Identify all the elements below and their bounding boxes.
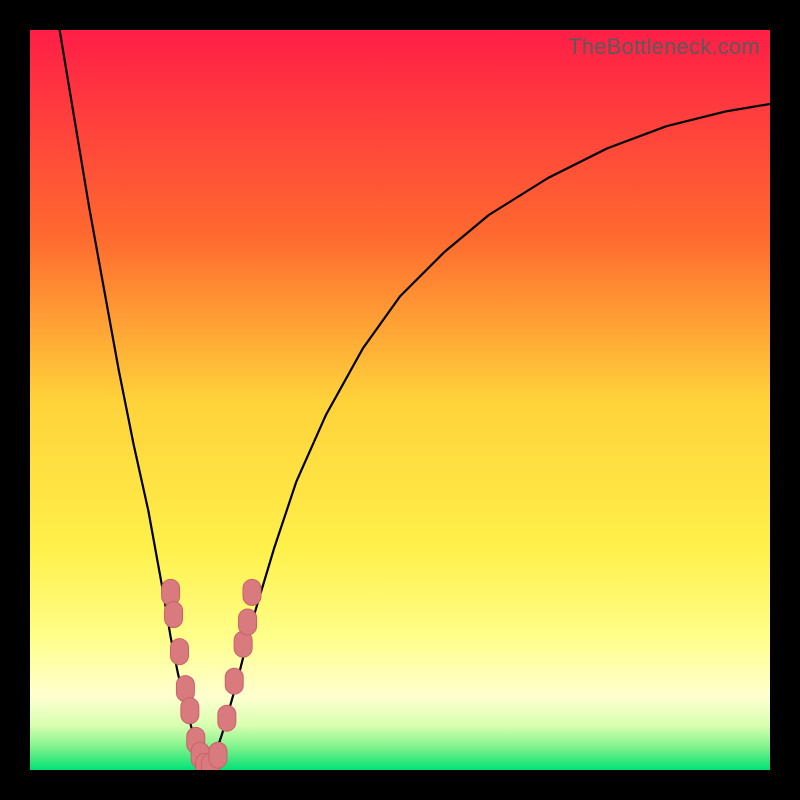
data-marker bbox=[225, 668, 243, 694]
plot-area: TheBottleneck.com bbox=[30, 30, 770, 770]
data-marker bbox=[209, 742, 227, 768]
chart-curves bbox=[30, 30, 770, 770]
series-right-branch bbox=[208, 104, 770, 770]
data-marker bbox=[165, 602, 183, 628]
chart-frame: TheBottleneck.com bbox=[0, 0, 800, 800]
data-marker bbox=[170, 639, 188, 665]
data-marker bbox=[243, 579, 261, 605]
data-marker bbox=[181, 698, 199, 724]
data-marker bbox=[218, 705, 236, 731]
data-marker bbox=[239, 609, 257, 635]
data-marker bbox=[162, 579, 180, 605]
